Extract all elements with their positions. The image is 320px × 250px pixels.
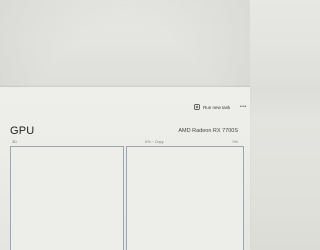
gpu-model-name: AMD Radeon RX 7700S [178,128,238,134]
gpu-copy-graph[interactable] [126,146,244,250]
run-new-task-button[interactable]: Run new task [194,104,230,110]
page-title: GPU [10,125,35,137]
graph-left-label: 3D [12,140,17,144]
gpu-3d-graph[interactable] [10,146,124,250]
run-task-icon [194,104,200,110]
task-manager-window: Run new task ••• GPU AMD Radeon RX 7700S… [0,87,250,250]
screen: { "toolbar": { "run_new_task_label": "Ru… [0,0,250,250]
graph-right-label: 0% [232,140,239,144]
graph-mid-label: 0% ~ Copy [145,140,164,144]
more-options-button[interactable]: ••• [240,104,247,110]
run-new-task-label: Run new task [203,104,231,110]
toolbar: Run new task ••• [0,104,250,116]
